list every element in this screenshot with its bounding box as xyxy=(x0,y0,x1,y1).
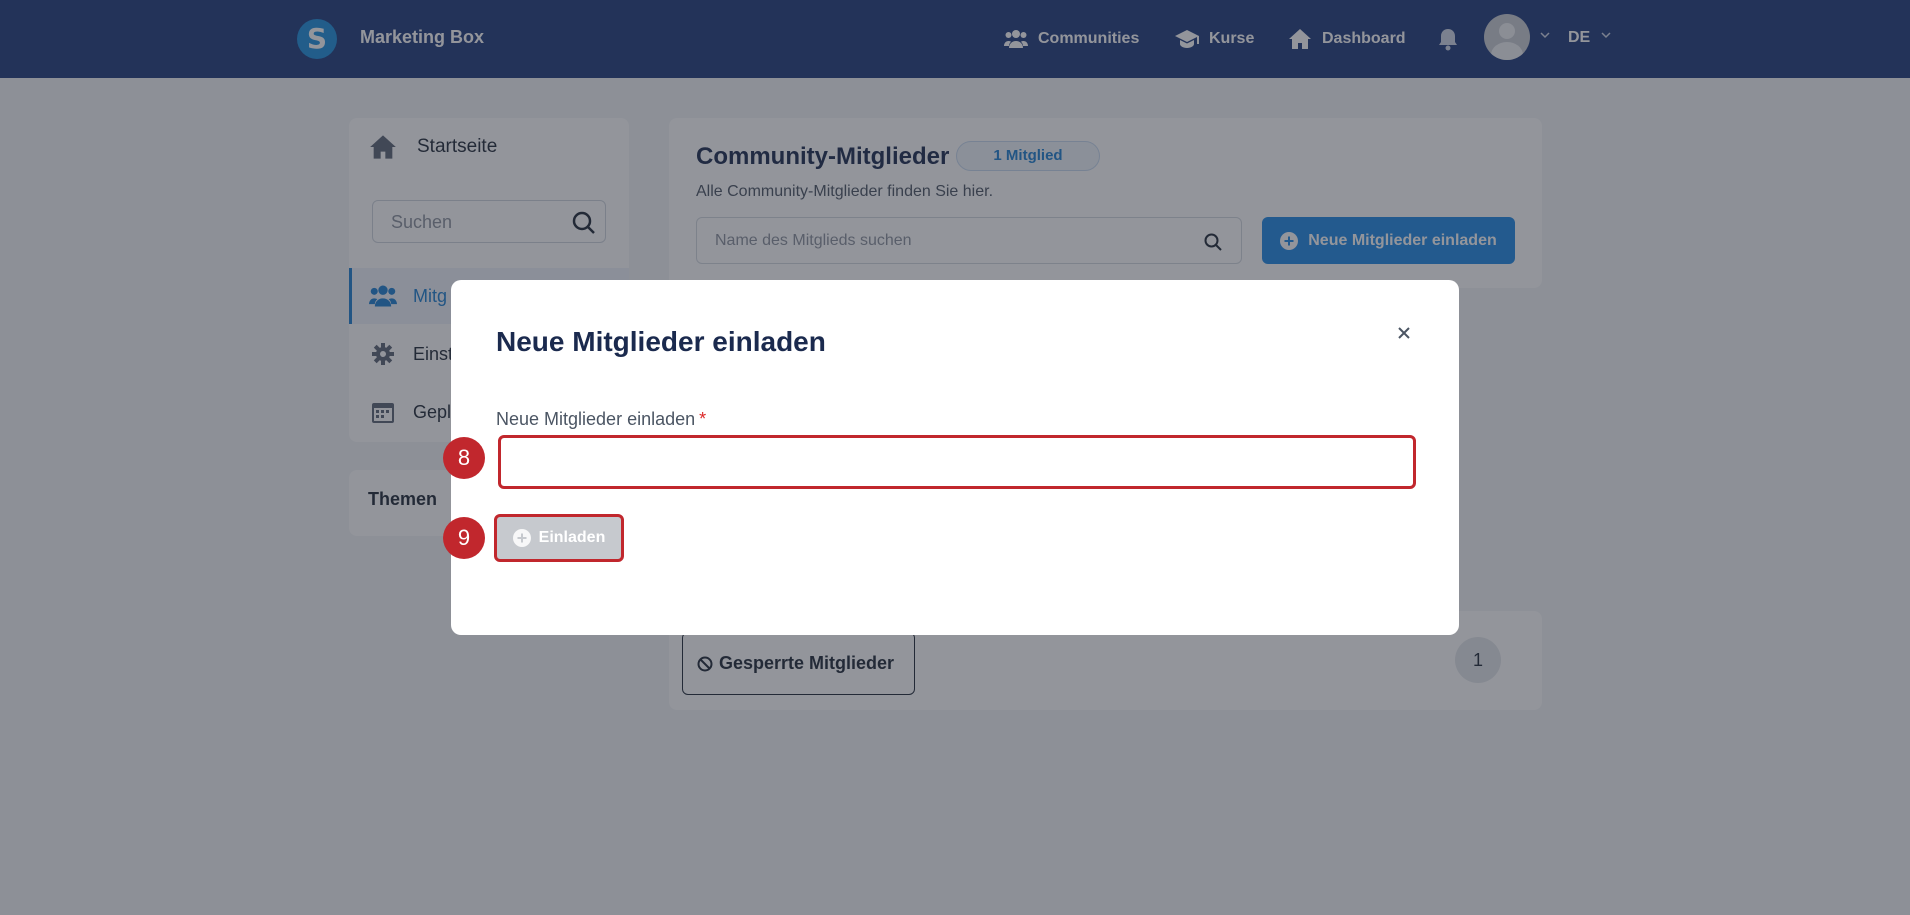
modal-title: Neue Mitglieder einladen xyxy=(496,326,826,357)
invite-field-label: Neue Mitglieder einladen * xyxy=(496,409,706,430)
close-icon xyxy=(1398,327,1410,339)
step-badge-8: 8 xyxy=(443,437,485,479)
close-button[interactable] xyxy=(1393,322,1415,344)
invite-field-label-text: Neue Mitglieder einladen xyxy=(496,409,696,429)
step-badge-9: 9 xyxy=(443,517,485,559)
invite-submit-label: Einladen xyxy=(538,529,606,546)
required-marker: * xyxy=(699,409,707,429)
plus-circle-icon xyxy=(512,529,531,547)
invite-members-input[interactable] xyxy=(498,435,1416,489)
invite-submit-button[interactable]: Einladen xyxy=(494,514,624,562)
